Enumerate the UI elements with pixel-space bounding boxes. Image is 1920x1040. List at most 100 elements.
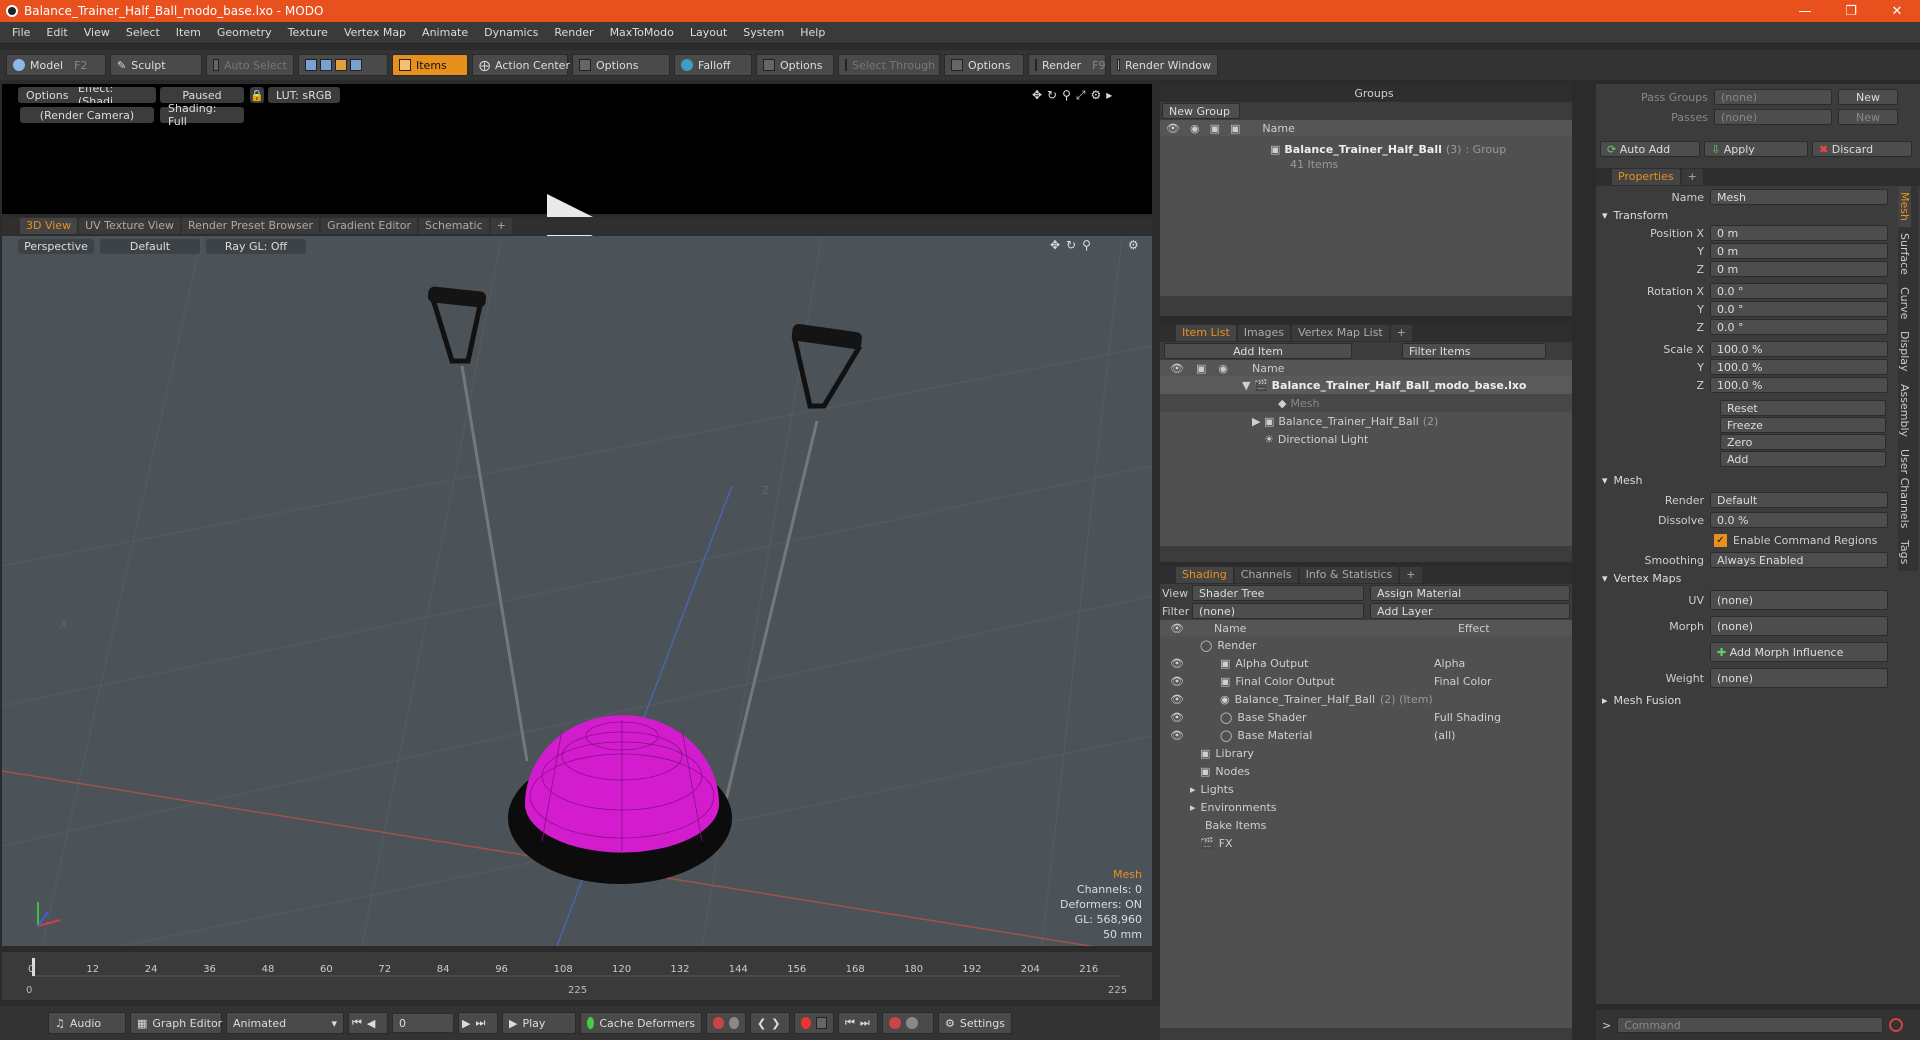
record-icon[interactable] bbox=[801, 1017, 812, 1029]
add-tab-icon[interactable]: + bbox=[1400, 567, 1422, 583]
freeze-dropdown[interactable]: Freeze bbox=[1720, 417, 1886, 433]
audio-button[interactable]: ♫ Audio bbox=[48, 1012, 126, 1034]
eye-icon[interactable]: 👁 bbox=[1166, 122, 1180, 135]
menu-select[interactable]: Select bbox=[118, 26, 168, 39]
auto-key-icon[interactable] bbox=[816, 1017, 827, 1029]
timeline[interactable]: 0 12 24 36 48 60 72 84 96 108 120 132 144 156 168 180 19… bbox=[2, 952, 1152, 1000]
transform-value-input[interactable]: 0.0 ° bbox=[1710, 319, 1888, 335]
eye-icon[interactable]: 👁 bbox=[1160, 693, 1190, 706]
prev-key-icon[interactable]: ❮ bbox=[757, 1017, 766, 1030]
menu-system[interactable]: System bbox=[735, 26, 792, 39]
transform-value-input[interactable]: 100.0 % bbox=[1710, 359, 1888, 375]
action-center-button[interactable]: ⨁ Action Center bbox=[472, 54, 570, 76]
tab-uv-texture-view[interactable]: UV Texture View bbox=[79, 218, 181, 234]
menu-dynamics[interactable]: Dynamics bbox=[476, 26, 546, 39]
step-forward-icon[interactable]: ▶ bbox=[462, 1017, 470, 1030]
view-dropdown[interactable]: Shader Tree bbox=[1192, 585, 1364, 601]
items-mode-button[interactable]: Items bbox=[392, 54, 468, 76]
mesh-section[interactable]: ▾ Mesh bbox=[1596, 471, 1896, 489]
shader-tree-row[interactable]: 🎬 FX bbox=[1160, 834, 1572, 852]
tab-channels[interactable]: Channels bbox=[1234, 567, 1298, 583]
cache-deformers-button[interactable]: Cache Deformers bbox=[580, 1012, 702, 1034]
menu-maxtomodo[interactable]: MaxToModo bbox=[602, 26, 682, 39]
select-through-button[interactable]: Select Through bbox=[838, 54, 940, 76]
tab-3d-view[interactable]: 3D View bbox=[20, 218, 78, 234]
transform-value-input[interactable]: 0 m bbox=[1710, 225, 1888, 241]
tab-info-statistics[interactable]: Info & Statistics bbox=[1299, 567, 1399, 583]
preview-effect-button[interactable]: Effect: (Shadi... bbox=[70, 87, 156, 103]
add-tab-icon[interactable]: + bbox=[1681, 169, 1703, 185]
shader-tree-row[interactable]: ▸ Lights bbox=[1160, 780, 1572, 798]
channel-key-icon[interactable] bbox=[906, 1017, 918, 1029]
filter-key-icon[interactable] bbox=[889, 1017, 901, 1029]
perspective-button[interactable]: Perspective bbox=[18, 238, 94, 254]
eye-icon[interactable]: 👁 bbox=[1170, 362, 1184, 375]
passes-dropdown[interactable]: (none) bbox=[1714, 109, 1832, 125]
add-morph-influence-button[interactable]: ✚ Add Morph Influence bbox=[1710, 642, 1888, 662]
animated-dropdown[interactable]: Animated ▾ bbox=[226, 1012, 344, 1034]
record-buttons[interactable] bbox=[794, 1012, 834, 1034]
menu-layout[interactable]: Layout bbox=[682, 26, 735, 39]
shader-tree-row[interactable]: 👁 ◉ Balance_Trainer_Half_Ball (2) (Item) bbox=[1160, 690, 1572, 708]
menu-texture[interactable]: Texture bbox=[280, 26, 336, 39]
shader-tree-row[interactable]: 👁 ◯ Base Material (all) bbox=[1160, 726, 1572, 744]
render-button[interactable]: Render F9 bbox=[1028, 54, 1106, 76]
shader-item-effect[interactable]: Full Shading bbox=[1434, 711, 1501, 724]
add-layer-dropdown[interactable]: Add Layer bbox=[1370, 603, 1570, 619]
add-item-button[interactable]: Add Item bbox=[1164, 343, 1352, 359]
tab-gradient-editor[interactable]: Gradient Editor bbox=[321, 218, 417, 234]
vertex-maps-section[interactable]: ▾ Vertex Maps bbox=[1596, 569, 1896, 587]
close-icon[interactable]: ✕ bbox=[1874, 0, 1920, 22]
tab-schematic[interactable]: Schematic bbox=[419, 218, 489, 234]
tab-render-preset-browser[interactable]: Render Preset Browser bbox=[182, 218, 320, 234]
pass-groups-dropdown[interactable]: (none) bbox=[1714, 89, 1832, 105]
command-stop-icon[interactable] bbox=[1889, 1018, 1904, 1032]
uv-dropdown[interactable]: (none) bbox=[1710, 590, 1888, 610]
model-button[interactable]: Model F2 bbox=[6, 54, 106, 76]
menu-help[interactable]: Help bbox=[792, 26, 833, 39]
smoothing-dropdown[interactable]: Always Enabled bbox=[1710, 552, 1888, 568]
lock-col-icon[interactable]: ▣ bbox=[1210, 122, 1220, 135]
list-item[interactable]: ▶ ▣ Balance_Trainer_Half_Ball (2) bbox=[1160, 412, 1572, 430]
play-button[interactable]: ▶ Play bbox=[502, 1012, 576, 1034]
shader-tree-row[interactable]: 👁 ▣ Alpha Output Alpha bbox=[1160, 654, 1572, 672]
falloff-button[interactable]: Falloff bbox=[674, 54, 752, 76]
reset-dropdown[interactable]: Reset bbox=[1720, 400, 1886, 416]
menu-item[interactable]: Item bbox=[168, 26, 209, 39]
apply-button[interactable]: ⇩ Apply bbox=[1704, 141, 1808, 157]
vertices-mode-icon[interactable] bbox=[305, 59, 317, 71]
vtab-mesh[interactable]: Mesh bbox=[1898, 186, 1911, 227]
add-dropdown[interactable]: Add bbox=[1720, 451, 1886, 467]
tab-images[interactable]: Images bbox=[1237, 325, 1290, 341]
vtab-curve[interactable]: Curve bbox=[1898, 281, 1911, 325]
lut-button[interactable]: LUT: sRGB bbox=[268, 87, 340, 103]
list-item[interactable]: ☀ Directional Light bbox=[1160, 430, 1572, 448]
edges-mode-icon[interactable] bbox=[320, 59, 332, 71]
tab-item-list[interactable]: Item List bbox=[1176, 325, 1236, 341]
lock-icon[interactable]: 🔒 bbox=[250, 87, 264, 103]
key-all-icon[interactable] bbox=[728, 1017, 739, 1029]
render-camera-button[interactable]: (Render Camera) bbox=[20, 107, 154, 123]
transform-value-input[interactable]: 0 m bbox=[1710, 261, 1888, 277]
new-group-button[interactable]: New Group bbox=[1162, 103, 1240, 119]
name-input[interactable]: Mesh bbox=[1710, 189, 1888, 205]
menu-vertex-map[interactable]: Vertex Map bbox=[336, 26, 414, 39]
key-icon[interactable] bbox=[713, 1017, 724, 1029]
viewport-nav-icons[interactable]: ✥↻⚲ bbox=[1050, 238, 1097, 252]
auto-add-button[interactable]: ⟳ Auto Add bbox=[1600, 141, 1700, 157]
add-tab-icon[interactable]: + bbox=[1390, 325, 1412, 341]
materials-mode-icon[interactable] bbox=[350, 59, 362, 71]
key-buttons[interactable] bbox=[706, 1012, 746, 1034]
shader-tree-row[interactable]: Bake Items bbox=[1160, 816, 1572, 834]
checkbox-checked-icon[interactable]: ✓ bbox=[1714, 533, 1727, 547]
preview-paused-button[interactable]: Paused bbox=[160, 87, 244, 103]
next-frame-icon[interactable]: ⏭ bbox=[860, 1016, 870, 1030]
lock-icon[interactable]: ▣ bbox=[1196, 362, 1206, 375]
transform-value-input[interactable]: 0 m bbox=[1710, 243, 1888, 259]
frame-jump-buttons[interactable]: ⏮ ⏭ bbox=[838, 1012, 878, 1034]
new-pass-button[interactable]: New bbox=[1838, 109, 1898, 125]
selection-mode-buttons[interactable] bbox=[298, 54, 388, 76]
tab-properties[interactable]: Properties bbox=[1612, 169, 1680, 185]
dissolve-input[interactable]: 0.0 % bbox=[1710, 512, 1888, 528]
add-tab-icon[interactable]: + bbox=[490, 218, 512, 234]
